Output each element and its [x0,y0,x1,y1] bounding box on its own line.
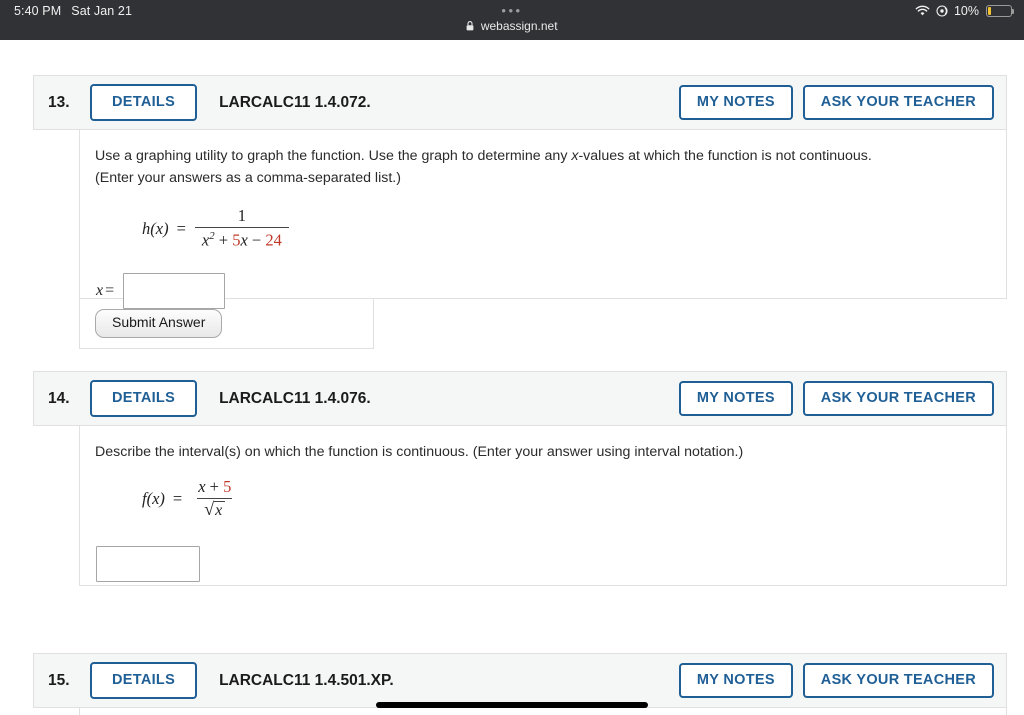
equals-sign-14: = [172,489,183,509]
question-14-answer-row [80,545,1006,582]
square-root-expression: √ x [204,498,226,519]
fraction-denominator: x2 + 5x − 24 [194,227,289,250]
fraction-f: x + 5 √ x [191,476,238,521]
den-variable: x [240,230,248,250]
submit-answer-button-13[interactable]: Submit Answer [95,309,223,338]
radicand-x: x [214,500,226,519]
ipad-status-and-browser-bar: 5:40 PM Sat Jan 21 ••• webassign.net 10% [0,0,1024,40]
question-15-assignment-label: LARCALC11 1.4.501.XP. [219,671,394,689]
address-bar[interactable]: webassign.net [0,19,1024,34]
details-button-13[interactable]: DETAILS [90,84,198,121]
my-notes-button-13[interactable]: MY NOTES [678,85,793,120]
question-15-header-actions: MY NOTES ASK YOUR TEACHER [678,663,994,698]
num-x: x [198,476,206,496]
question-14-number: 14. [48,389,70,407]
ask-your-teacher-button-13[interactable]: ASK YOUR TEACHER [802,85,994,120]
my-notes-button-15[interactable]: MY NOTES [678,663,793,698]
equals-sign: = [176,218,186,238]
question-15-number: 15. [48,671,70,689]
address-bar-url: webassign.net [480,19,558,33]
question-14-formula: f(x) = x + 5 √ x [80,476,1006,521]
question-15-header: 15. DETAILS LARCALC11 1.4.501.XP. MY NOT… [33,653,1007,708]
num-plus: + [209,476,219,496]
den-exponent: 2 [209,230,215,243]
function-name-f: f(x) [142,489,165,509]
num-constant: 5 [223,476,232,496]
answer-input-14[interactable] [96,545,200,582]
question-14-body: Describe the interval(s) on which the fu… [79,426,1007,586]
home-indicator[interactable] [376,702,648,708]
details-button-14[interactable]: DETAILS [90,380,198,417]
question-13-prompt-line2: (Enter your answers as a comma-separated… [95,169,401,186]
question-14-prompt: Describe the interval(s) on which the fu… [95,444,744,460]
question-13-prompt-line1-b: -values at which the function is not con… [578,148,872,164]
radical-sign-icon: √ [204,498,215,519]
question-13-prompt: Use a graphing utility to graph the func… [80,146,1006,189]
question-13-prompt-line1-a: Use a graphing utility to graph the func… [95,148,572,164]
function-name-h: h(x) [142,218,169,238]
answer-equals-sign: = [105,281,115,299]
ask-your-teacher-button-15[interactable]: ASK YOUR TEACHER [802,663,994,698]
ask-your-teacher-button-14[interactable]: ASK YOUR TEACHER [802,381,994,416]
battery-percent-label: 10% [953,4,979,18]
answer-input-13[interactable] [123,272,226,309]
den-plus: + [218,230,229,250]
status-bar-right: 10% [915,4,1015,18]
question-13-body: Use a graphing utility to graph the func… [79,130,1007,309]
fraction-denominator-14: √ x [197,497,233,521]
den-constant: 24 [265,230,282,250]
question-card-14: 14. DETAILS LARCALC11 1.4.076. MY NOTES … [33,371,1007,586]
question-13-assignment-label: LARCALC11 1.4.072. [219,93,371,111]
three-dots-icon[interactable]: ••• [0,4,1024,17]
question-13-number: 13. [48,93,70,111]
question-13-header: 13. DETAILS LARCALC11 1.4.072. MY NOTES … [33,75,1007,130]
question-15-body [79,708,1007,715]
my-notes-button-14[interactable]: MY NOTES [678,381,793,416]
question-13-header-actions: MY NOTES ASK YOUR TEACHER [678,85,994,120]
question-13-answer-row: x = [80,272,1006,309]
question-14-assignment-label: LARCALC11 1.4.076. [219,389,371,407]
details-button-15[interactable]: DETAILS [90,662,198,699]
den-minus: − [251,230,262,250]
fraction-numerator: 1 [237,206,246,226]
fraction-h: 1 x2 + 5x − 24 [194,206,289,250]
question-13-formula: h(x) = 1 x2 + 5x − 24 [80,207,1006,250]
question-card-13: 13. DETAILS LARCALC11 1.4.072. MY NOTES … [33,75,1007,349]
question-14-header-actions: MY NOTES ASK YOUR TEACHER [678,381,994,416]
answer-x-label: x [96,281,104,299]
lock-icon [466,20,474,34]
wifi-icon [915,5,930,17]
question-14-header: 14. DETAILS LARCALC11 1.4.076. MY NOTES … [33,371,1007,426]
fraction-numerator-14: x + 5 [191,476,238,498]
location-services-icon [936,5,948,17]
battery-low-icon [986,5,1015,17]
webassign-assignment-page: 13. DETAILS LARCALC11 1.4.072. MY NOTES … [0,40,1024,715]
